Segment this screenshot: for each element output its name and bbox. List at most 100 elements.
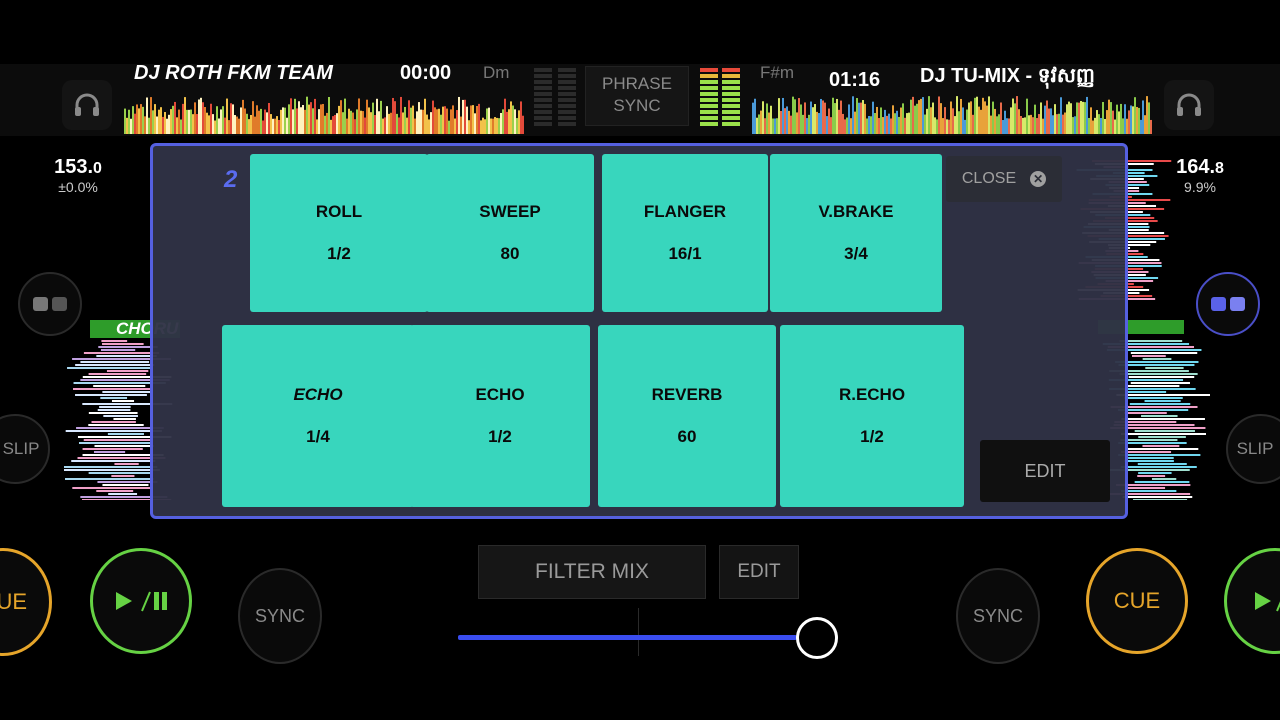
fx-pad-1[interactable]: ROLL 1/2	[250, 154, 428, 312]
fx-edit-button[interactable]: EDIT	[980, 440, 1110, 502]
jog-waveform-stroke	[1142, 445, 1180, 447]
right-waveform-overview[interactable]	[752, 96, 1152, 134]
jog-waveform-stroke	[1137, 475, 1166, 477]
waveform-bar	[960, 98, 962, 134]
meter-segment	[558, 110, 576, 114]
fx-pad-value: 60	[677, 427, 697, 446]
left-play-pause-button[interactable]	[90, 548, 192, 654]
waveform-bar	[316, 119, 318, 134]
left-sync-button[interactable]: SYNC	[238, 568, 322, 664]
meter-segment	[722, 86, 740, 90]
fx-pad-3[interactable]: FLANGER 16/1	[602, 154, 768, 312]
waveform-bar	[926, 108, 928, 134]
waveform-bar	[390, 112, 392, 134]
waveform-bar	[146, 97, 148, 134]
meter-segment	[534, 104, 552, 108]
waveform-bar	[318, 109, 320, 134]
fx-pad-5[interactable]: ECHO 1/4	[222, 325, 414, 507]
jog-waveform-stroke	[97, 481, 158, 483]
waveform-bar	[274, 118, 276, 134]
waveform-bar	[878, 118, 880, 134]
waveform-bar	[778, 98, 780, 134]
waveform-bar	[1082, 101, 1084, 134]
waveform-bar	[380, 100, 382, 134]
waveform-bar	[812, 107, 814, 134]
waveform-bar	[258, 110, 260, 134]
fx-pad-value: 16/1	[668, 244, 702, 263]
waveform-bar	[506, 111, 508, 134]
waveform-bar	[1126, 118, 1128, 134]
crossfader-track[interactable]	[458, 635, 798, 640]
waveform-bar	[282, 107, 284, 134]
fx-pad-8[interactable]: R.ECHO 1/2	[780, 325, 964, 507]
filter-edit-button[interactable]: EDIT	[719, 545, 799, 599]
waveform-bar	[166, 118, 168, 134]
close-button[interactable]: CLOSE ✕	[946, 156, 1062, 202]
fx-pad-7[interactable]: REVERB 60	[598, 325, 776, 507]
waveform-bar	[838, 109, 840, 134]
right-bpm-display[interactable]: 164.8 9.9%	[1162, 156, 1238, 195]
jog-waveform-stroke	[103, 415, 138, 417]
waveform-bar	[498, 118, 500, 134]
meter-segment	[534, 68, 552, 72]
fx-pad-4[interactable]: V.BRAKE 3/4	[770, 154, 942, 312]
crossfader-knob[interactable]	[796, 617, 839, 659]
right-sync-button[interactable]: SYNC	[956, 568, 1040, 664]
headphones-right-button[interactable]	[1164, 80, 1214, 130]
waveform-bar	[500, 112, 502, 134]
left-waveform-overview[interactable]	[124, 96, 524, 134]
waveform-bar	[796, 112, 798, 134]
waveform-bar	[848, 104, 850, 134]
right-cue-label: CUE	[1113, 588, 1161, 613]
waveform-bar	[884, 109, 886, 134]
waveform-bar	[182, 103, 184, 134]
left-bpm-display[interactable]: 153.0 ±0.0%	[40, 156, 116, 195]
right-bpm-value: 164.	[1176, 156, 1216, 178]
waveform-bar	[1096, 110, 1098, 134]
waveform-bar	[232, 104, 234, 134]
waveform-bar	[152, 110, 154, 134]
waveform-bar	[986, 105, 988, 134]
waveform-bar	[492, 118, 494, 134]
waveform-bar	[200, 97, 202, 134]
waveform-bar	[798, 98, 800, 134]
waveform-bar	[178, 109, 180, 134]
headphones-left-button[interactable]	[62, 80, 112, 130]
waveform-bar	[442, 106, 444, 134]
meter-segment	[700, 80, 718, 84]
jog-waveform-stroke	[111, 475, 135, 477]
left-cue-button[interactable]: UE	[0, 548, 52, 656]
right-pad-mode-button[interactable]	[1196, 272, 1260, 336]
waveform-bar	[858, 102, 860, 134]
waveform-bar	[752, 102, 754, 134]
fx-pad-6[interactable]: ECHO 1/2	[410, 325, 590, 507]
waveform-bar	[828, 108, 830, 134]
fx-pad-2[interactable]: SWEEP 80	[426, 154, 594, 312]
waveform-bar	[906, 113, 908, 134]
jog-waveform-stroke	[1130, 382, 1190, 384]
left-track-key: Dm	[483, 63, 510, 82]
filter-mix-button[interactable]: FILTER MIX	[478, 545, 706, 599]
waveform-bar	[992, 101, 994, 134]
waveform-bar	[912, 96, 914, 134]
left-slip-label: SLIP	[2, 439, 40, 458]
right-cue-button[interactable]: CUE	[1086, 548, 1188, 654]
phrase-sync-line1: PHRASE	[602, 74, 672, 93]
waveform-bar	[366, 99, 368, 134]
meter-segment	[700, 98, 718, 102]
phrase-sync-button[interactable]: PHRASE SYNC	[585, 66, 689, 126]
fx-pad-name: ECHO	[293, 385, 343, 404]
waveform-bar	[434, 107, 436, 134]
left-pad-mode-button[interactable]	[18, 272, 82, 336]
left-slip-button[interactable]: SLIP	[0, 414, 50, 484]
waveform-bar	[140, 104, 142, 134]
jog-waveform-stroke	[1133, 499, 1188, 501]
jog-waveform-stroke	[102, 343, 144, 345]
jog-waveform-stroke	[1138, 472, 1172, 474]
waveform-bar	[896, 110, 898, 134]
right-slip-button[interactable]: SLIP	[1226, 414, 1280, 484]
jog-waveform-stroke	[67, 367, 152, 369]
right-play-pause-button[interactable]	[1224, 548, 1280, 654]
meter-segment	[534, 92, 552, 96]
meter-segment	[558, 80, 576, 84]
